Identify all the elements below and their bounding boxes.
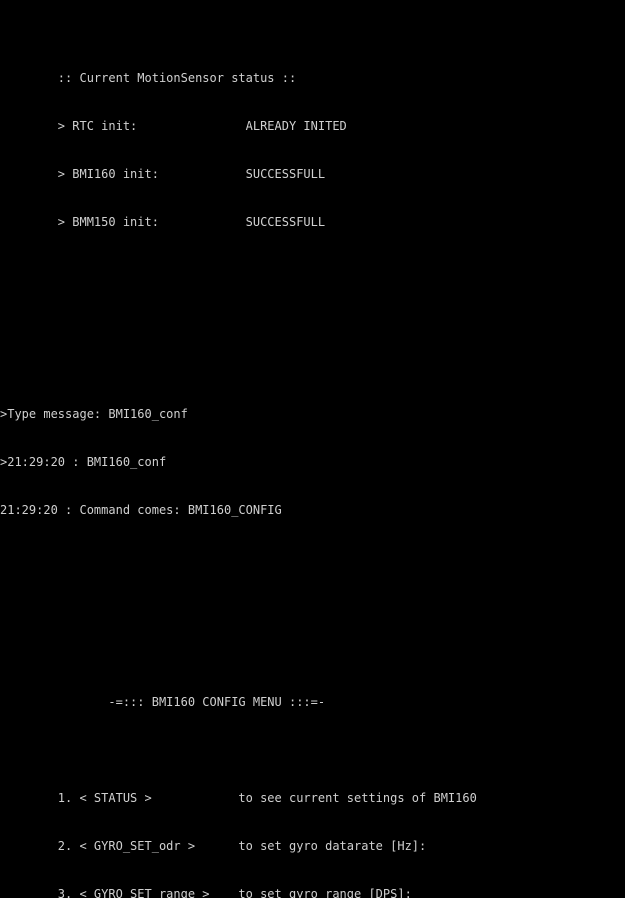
bmi160-menu-header: -=::: BMI160 CONFIG MENU :::=-	[0, 695, 326, 709]
terminal-output-pane[interactable]: :: Current MotionSensor status :: > RTC …	[0, 0, 625, 898]
prompt-line-bmi160-conf[interactable]: >Type message: BMI160_conf	[0, 406, 625, 422]
command-line-bmi160-config: 21:29:20 : Command comes: BMI160_CONFIG	[0, 503, 282, 517]
status-entry-rtc-init: > RTC init: ALREADY INITED	[0, 119, 347, 133]
echo-line-bmi160-conf: >21:29:20 : BMI160_conf	[0, 455, 167, 469]
status-block-title: :: Current MotionSensor status ::	[0, 71, 297, 85]
bmi160-menu-item-gyro-set-range[interactable]: 3. < GYRO_SET_range > to set gyro range …	[0, 886, 625, 898]
status-entry-bmm150-init: > BMM150 init: SUCCESSFULL	[0, 215, 326, 229]
bmi160-menu-item-status[interactable]: 1. < STATUS > to see current settings of…	[0, 790, 625, 806]
status-entry-bmi160-init: > BMI160 init: SUCCESSFULL	[0, 167, 326, 181]
bmi160-menu-item-gyro-set-odr[interactable]: 2. < GYRO_SET_odr > to set gyro datarate…	[0, 838, 625, 854]
